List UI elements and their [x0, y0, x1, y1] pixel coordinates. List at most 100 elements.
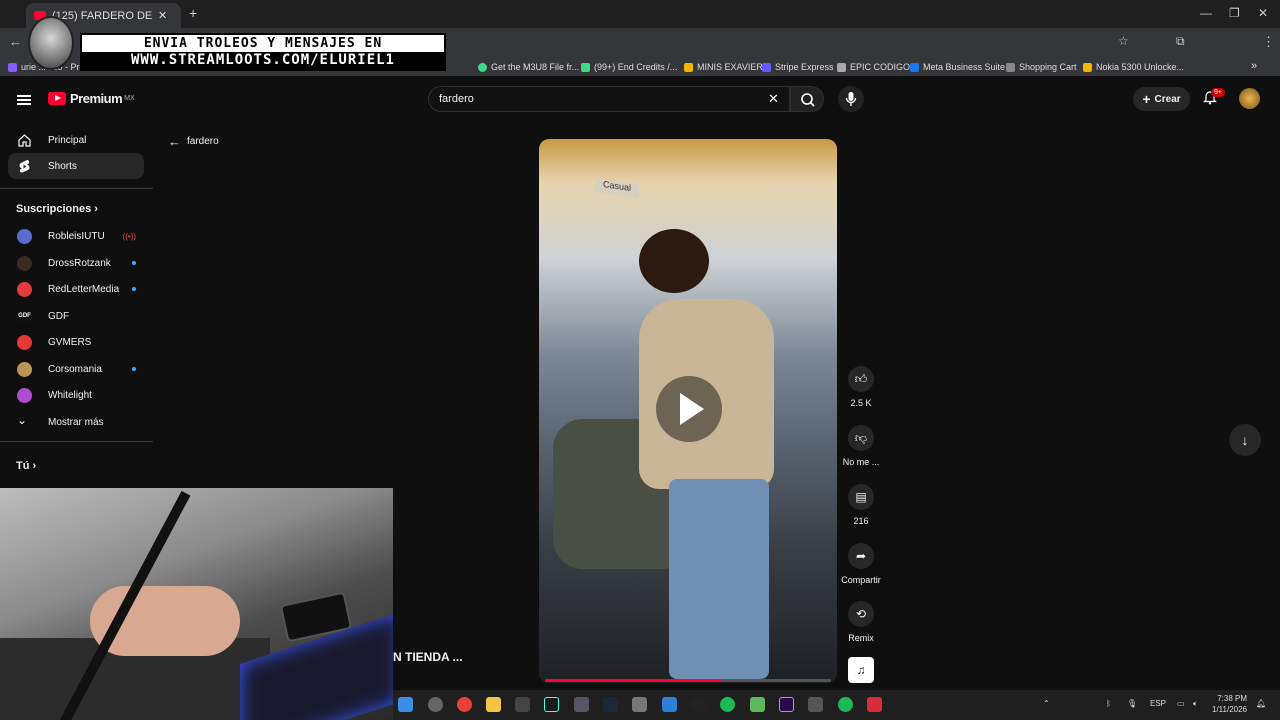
- share-button[interactable]: ➦ Compartir: [840, 543, 882, 585]
- webcam-overlay: [0, 488, 393, 720]
- taskbar-app-icon[interactable]: [720, 697, 735, 712]
- subscriptions-title[interactable]: Suscripciones ›: [16, 203, 98, 215]
- taskbar-app-icon[interactable]: [867, 697, 882, 712]
- video-caption-partial: N TIENDA ...: [393, 650, 463, 664]
- notepad-icon[interactable]: [750, 697, 765, 712]
- notification-count-badge: 9+: [1211, 88, 1225, 97]
- sidebar-item-label: Shorts: [48, 160, 77, 172]
- sidebar-item-subscription[interactable]: DrossRotzank: [8, 250, 144, 276]
- streamloots-banner: ENVIA TROLEOS Y MENSAJES EN WWW.STREAMLO…: [80, 33, 446, 71]
- close-tab-icon[interactable]: ✕: [158, 9, 167, 22]
- shorts-icon: [19, 159, 30, 173]
- taskbar-app-icon[interactable]: [574, 697, 589, 712]
- sidebar-item-subscription[interactable]: Corsomania: [8, 356, 144, 382]
- remix-button[interactable]: ⟲ Remix: [840, 601, 882, 643]
- bookmark-star-icon[interactable]: ☆: [1118, 34, 1129, 48]
- clock[interactable]: 7:38 PM 1/11/2026: [1212, 693, 1247, 715]
- menu-icon[interactable]: [17, 95, 31, 105]
- close-window-icon[interactable]: ✕: [1258, 6, 1268, 20]
- bluetooth-icon[interactable]: ᛒ: [1106, 699, 1111, 708]
- taskbar-app-icon[interactable]: [428, 697, 443, 712]
- remix-label: Remix: [848, 633, 874, 643]
- network-icon[interactable]: ▭: [1177, 699, 1185, 708]
- new-tab-icon[interactable]: +: [189, 5, 197, 21]
- back-arrow-icon[interactable]: ←: [9, 34, 22, 49]
- sidebar-item-shorts[interactable]: Shorts: [8, 153, 144, 179]
- bookmark-item[interactable]: Stripe Express: [762, 62, 834, 72]
- back-to-search-button[interactable]: ← fardero: [168, 134, 219, 149]
- play-icon[interactable]: [656, 376, 722, 442]
- menu-dots-icon[interactable]: ⋮: [1262, 34, 1275, 50]
- bookmark-item[interactable]: (99+) End Credits /...: [581, 62, 677, 72]
- steam-icon[interactable]: [603, 697, 618, 712]
- premiere-icon[interactable]: [779, 697, 794, 712]
- video-progress-bar[interactable]: [545, 679, 831, 682]
- progress-fill: [545, 679, 723, 682]
- file-explorer-icon[interactable]: [486, 697, 501, 712]
- banner-line-1: ENVIA TROLEOS Y MENSAJES EN: [143, 36, 383, 51]
- new-content-dot: [132, 287, 136, 291]
- maximize-icon[interactable]: ❐: [1229, 6, 1240, 20]
- bookmark-item[interactable]: Shopping Cart: [1006, 62, 1077, 72]
- next-short-button[interactable]: ↓: [1229, 424, 1261, 456]
- taskbar-app-icon[interactable]: [544, 697, 559, 712]
- taskbar-app-icon[interactable]: [515, 697, 530, 712]
- search-button[interactable]: [790, 86, 824, 112]
- calculator-icon[interactable]: [632, 697, 647, 712]
- extensions-icon[interactable]: ⧉: [1176, 34, 1185, 49]
- create-button[interactable]: + Crear: [1133, 87, 1190, 111]
- windows-start-icon[interactable]: [398, 697, 413, 712]
- channel-avatar: [17, 228, 32, 244]
- share-icon: ➦: [848, 543, 874, 569]
- sidebar-item-subscription[interactable]: RobleisIUTU ((•)): [8, 223, 144, 249]
- sidebar-item-subscription[interactable]: RedLetterMedia: [8, 276, 144, 302]
- sidebar-item-subscription[interactable]: GVMERS: [8, 329, 144, 355]
- sidebar-item-subscription[interactable]: Whitelight: [8, 382, 144, 408]
- notification-center-icon[interactable]: 🔔︎: [1256, 699, 1266, 708]
- search-input[interactable]: fardero: [428, 86, 790, 112]
- minimize-icon[interactable]: —: [1200, 6, 1212, 20]
- bookmark-item[interactable]: Get the M3U8 File fr...: [478, 62, 579, 72]
- bookmark-item[interactable]: Nokia 5300 Unlocke...: [1083, 62, 1184, 72]
- more-bookmarks-icon[interactable]: »: [1251, 60, 1257, 72]
- volume-icon[interactable]: 🔈︎: [1193, 699, 1198, 709]
- chevron-down-icon: ⌄: [17, 413, 28, 427]
- like-button[interactable]: 👍︎ 2.5 K: [840, 366, 882, 408]
- channel-avatar: [17, 255, 32, 271]
- comment-count: 216: [853, 516, 869, 526]
- input-language[interactable]: ESP: [1150, 699, 1166, 708]
- account-avatar[interactable]: [1239, 88, 1260, 109]
- chrome-icon[interactable]: [457, 697, 472, 712]
- comments-button[interactable]: ▤ 216: [840, 484, 882, 526]
- microphone-icon: [845, 92, 857, 106]
- show-more-button[interactable]: ⌄ Mostrar más: [8, 409, 144, 435]
- sidebar-divider: [0, 441, 153, 442]
- microphone-tray-icon[interactable]: 🎙︎: [1127, 699, 1137, 708]
- you-section-title[interactable]: Tú ›: [16, 460, 36, 472]
- live-icon: ((•)): [122, 231, 136, 241]
- browser-tabstrip: (125) FARDERO DETENIDO ✕ + — ❐ ✕: [0, 0, 1280, 28]
- new-content-dot: [132, 261, 136, 265]
- youtube-logo[interactable]: Premium MX: [48, 91, 135, 106]
- taskbar-app-icon[interactable]: [691, 697, 706, 712]
- photos-icon[interactable]: [662, 697, 677, 712]
- spotify-icon[interactable]: [838, 697, 853, 712]
- dislike-label: No me ...: [842, 457, 880, 467]
- chevron-right-icon: ›: [32, 460, 37, 472]
- bookmark-item[interactable]: Meta Business Suite: [910, 62, 1005, 72]
- chevron-up-icon[interactable]: ⌃: [1043, 699, 1050, 708]
- taskbar-app-icon[interactable]: [808, 697, 823, 712]
- bookmark-item[interactable]: EPIC CODIGO: [837, 62, 910, 72]
- sound-button[interactable]: ♫: [840, 657, 882, 689]
- clock-time: 7:38 PM: [1217, 694, 1247, 703]
- sidebar-item-subscription[interactable]: GDF GDF: [8, 303, 144, 329]
- voice-search-button[interactable]: [838, 86, 864, 112]
- bookmark-item[interactable]: MINIS EXAVIER: [684, 62, 763, 72]
- clear-search-icon[interactable]: ✕: [768, 91, 779, 107]
- thumbs-down-icon: 👎︎: [848, 425, 874, 451]
- region-code: MX: [124, 95, 135, 102]
- sidebar-item-principal[interactable]: Principal: [8, 127, 144, 153]
- store-sign: Casual: [595, 177, 639, 199]
- dislike-button[interactable]: 👎︎ No me ...: [840, 425, 882, 467]
- channel-avatar: [17, 387, 32, 403]
